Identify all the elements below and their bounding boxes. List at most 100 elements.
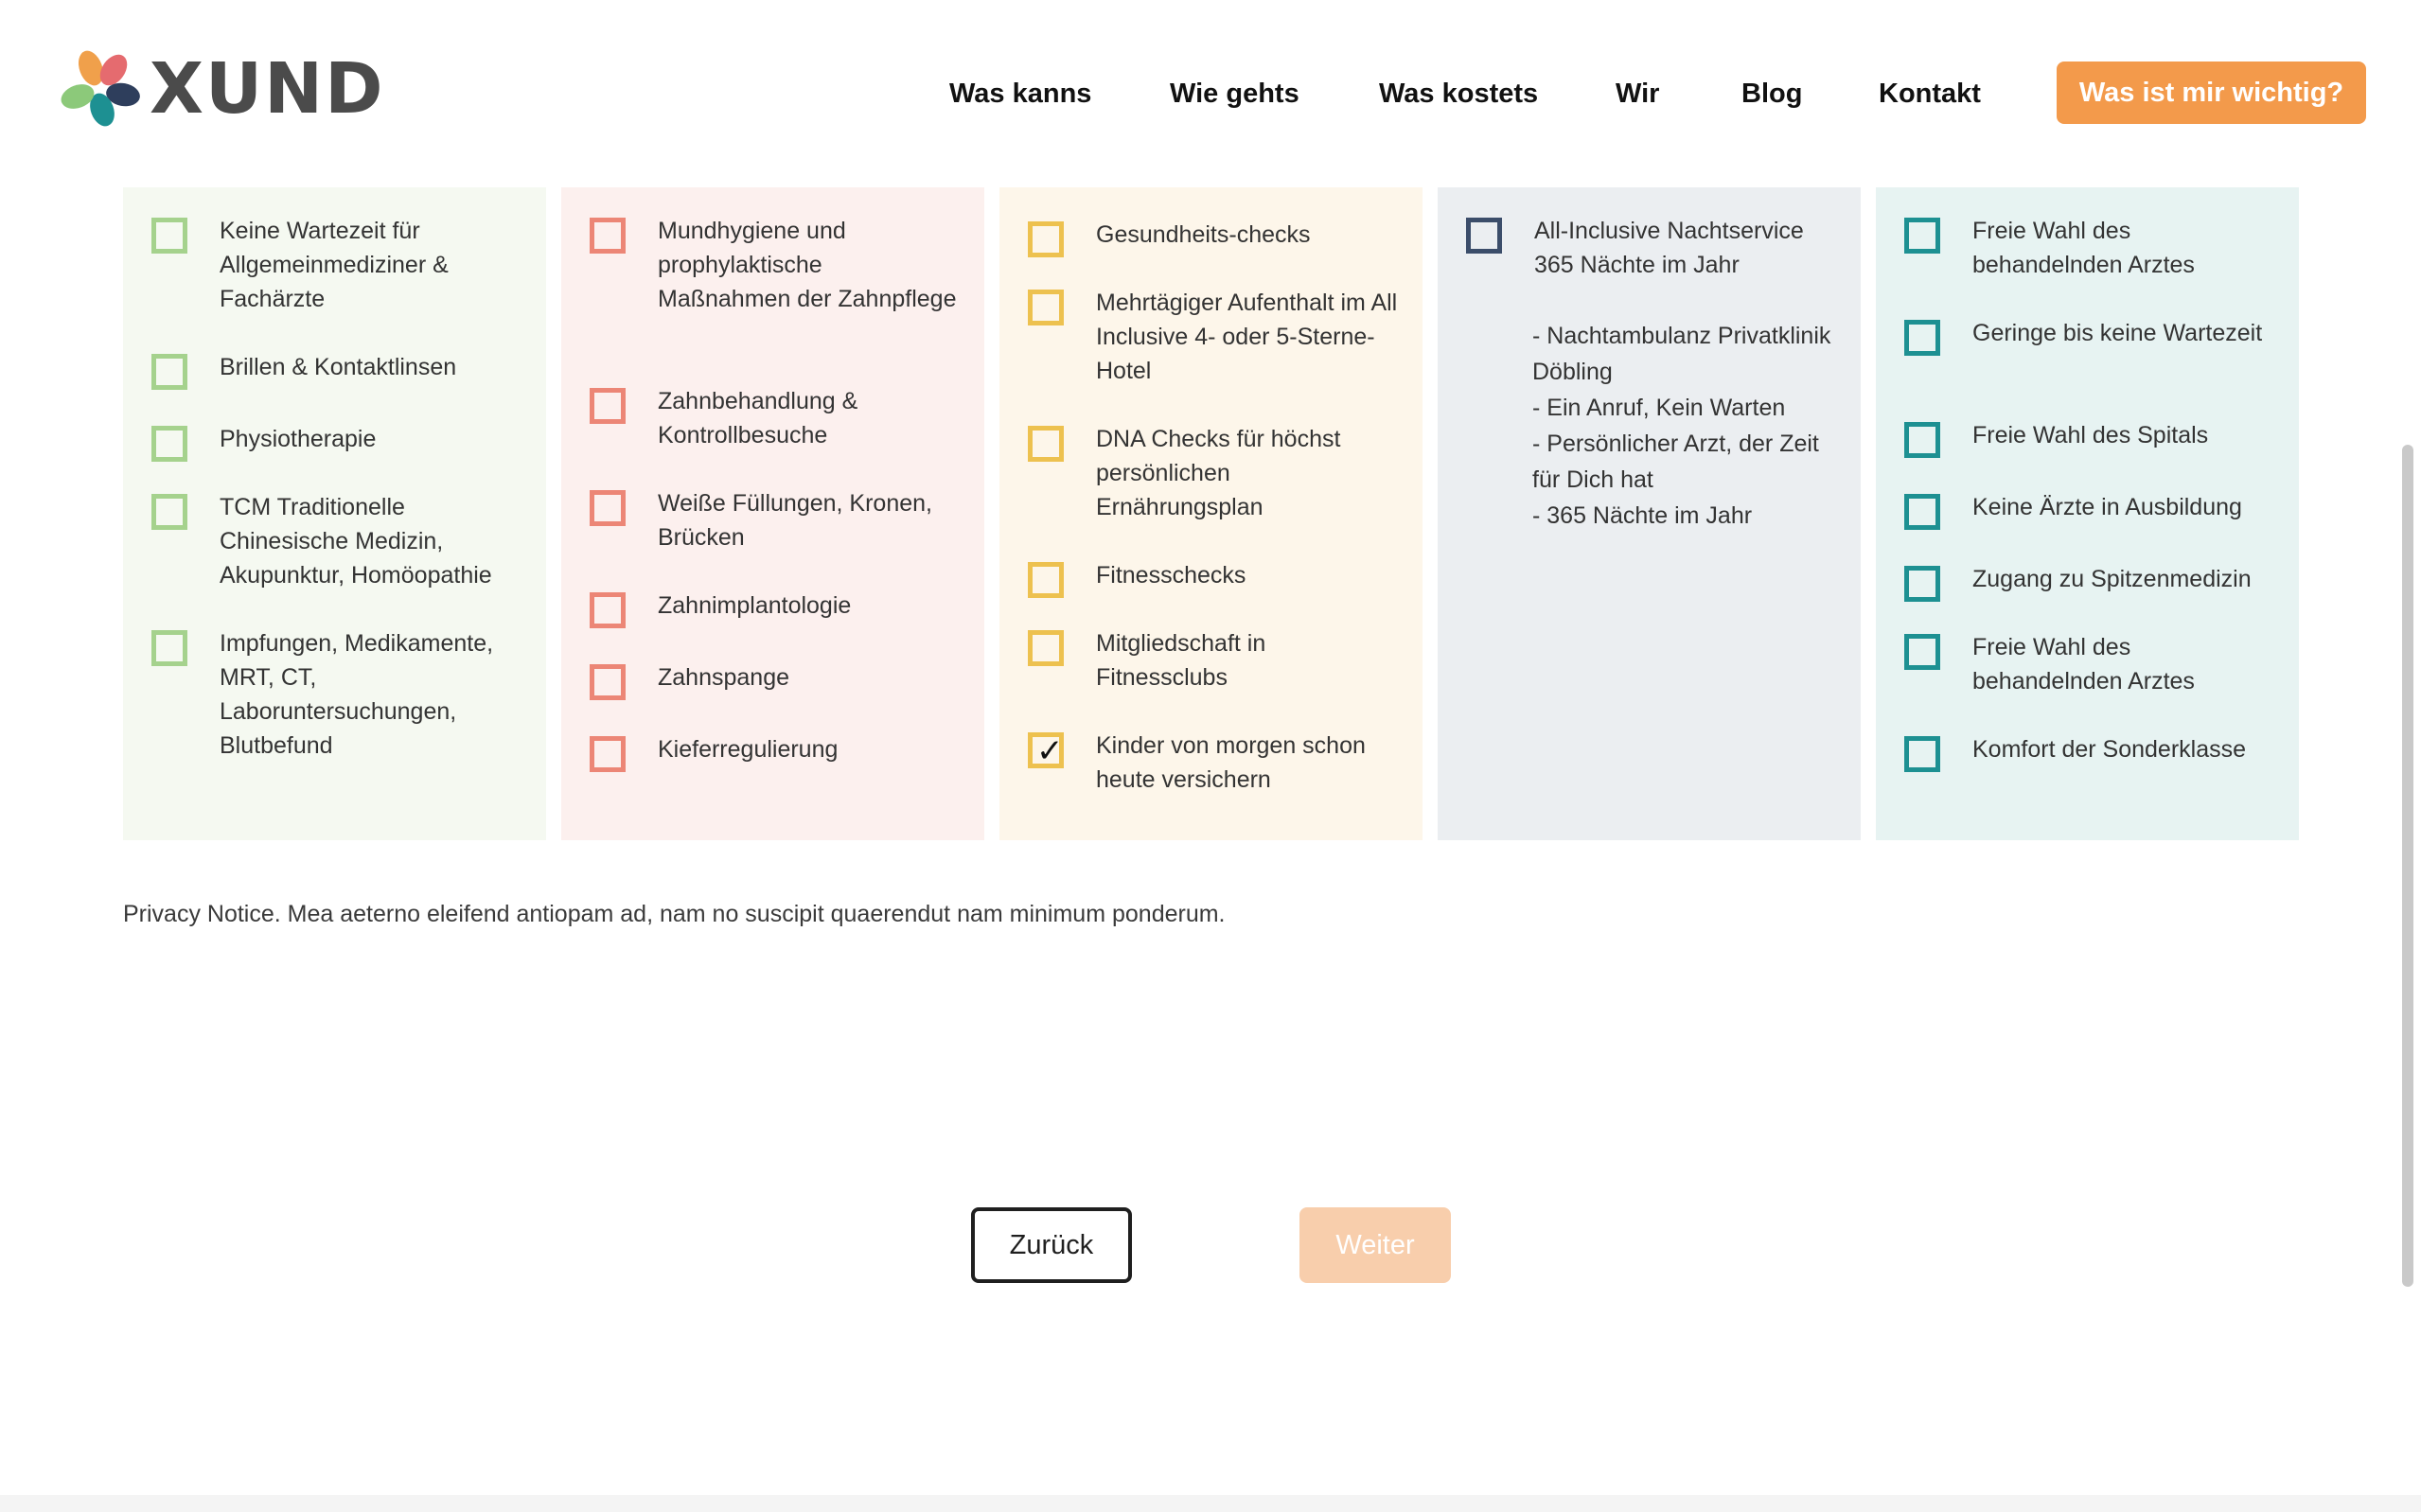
benefit-label: Keine Ärzte in Ausbildung: [1972, 494, 2242, 520]
benefit-item[interactable]: Freie Wahl des behandelnden Arztes: [1904, 630, 2275, 698]
privacy-notice: Privacy Notice. Mea aeterno eleifend ant…: [123, 901, 1226, 927]
checkbox[interactable]: [1904, 634, 1940, 670]
benefit-item[interactable]: Zahnbehandlung & Kontrollbesuche: [590, 384, 961, 452]
checkbox[interactable]: [151, 426, 187, 462]
benefit-item[interactable]: Brillen & Kontaktlinsen: [151, 350, 522, 390]
benefit-label: Freie Wahl des behandelnden Arztes: [1972, 218, 2195, 278]
benefit-label: Mehrtägiger Aufenthalt im All Inclusive …: [1096, 290, 1398, 384]
benefit-label: All-Inclusive Nachtservice 365 Nächte im…: [1534, 218, 1804, 278]
benefit-column-hospital: Freie Wahl des behandelnden Arztes Gerin…: [1876, 187, 2299, 840]
benefit-column-night-service: All-Inclusive Nachtservice 365 Nächte im…: [1438, 187, 1861, 840]
benefit-item[interactable]: Geringe bis keine Wartezeit: [1904, 316, 2275, 356]
benefit-label: Physiotherapie: [220, 426, 377, 452]
flower-logo-icon: [61, 50, 140, 127]
checkbox[interactable]: [590, 736, 626, 772]
benefit-label: Keine Wartezeit für Allgemeinmediziner &…: [220, 218, 449, 312]
benefit-label: Komfort der Sonderklasse: [1972, 736, 2247, 763]
benefit-item[interactable]: Kieferregulierung: [590, 732, 961, 772]
checkbox[interactable]: [1028, 426, 1064, 462]
checkbox[interactable]: [1466, 218, 1502, 254]
note-line: - 365 Nächte im Jahr: [1532, 502, 1753, 529]
benefit-label: Zahnspange: [658, 664, 790, 691]
checkbox[interactable]: [1904, 422, 1940, 458]
benefit-item[interactable]: Zugang zu Spitzenmedizin: [1904, 562, 2275, 602]
benefit-label: Zahnimplantologie: [658, 592, 852, 619]
was-ist-mir-wichtig-button[interactable]: Was ist mir wichtig?: [2057, 62, 2366, 124]
back-button[interactable]: Zurück: [971, 1207, 1132, 1283]
xund-logo[interactable]: XUND: [59, 49, 385, 129]
benefit-item[interactable]: Komfort der Sonderklasse: [1904, 732, 2275, 772]
logo-wordmark: XUND: [150, 48, 385, 130]
checkbox[interactable]: [1904, 566, 1940, 602]
nav-item-kontakt[interactable]: Kontakt: [1879, 61, 1981, 127]
night-service-notes: - Nachtambulanz Privatklinik Döbling - E…: [1532, 318, 1835, 534]
note-line: - Nachtambulanz Privatklinik Döbling: [1532, 323, 1838, 385]
checkbox[interactable]: [1028, 221, 1064, 257]
benefit-item[interactable]: Mehrtägiger Aufenthalt im All Inclusive …: [1028, 286, 1399, 388]
benefit-item[interactable]: Mundhygiene und prophylaktische Maßnahme…: [590, 214, 961, 316]
nav-item-wie-gehts[interactable]: Wie gehts: [1170, 61, 1299, 127]
nav-item-blog[interactable]: Blog: [1741, 61, 1802, 127]
benefit-item[interactable]: Fitnesschecks: [1028, 558, 1399, 598]
note-line: - Persönlicher Arzt, der Zeit für Dich h…: [1532, 431, 1826, 493]
checkbox[interactable]: [151, 494, 187, 530]
benefit-label: Kieferregulierung: [658, 736, 839, 763]
benefit-label: Impfungen, Medikamente, MRT, CT, Laborun…: [220, 630, 494, 759]
benefit-item[interactable]: Freie Wahl des behandelnden Arztes: [1904, 214, 2275, 282]
checkbox[interactable]: [151, 218, 187, 254]
checkbox[interactable]: [590, 218, 626, 254]
benefit-label: Fitnesschecks: [1096, 562, 1246, 589]
benefit-column-wellness: Gesundheits-checks Mehrtägiger Aufenthal…: [999, 187, 1423, 840]
benefit-label: DNA Checks für höchst persönlichen Ernäh…: [1096, 426, 1341, 520]
site-header: XUND Was kanns Wie gehts Was kostets Wir…: [0, 0, 2421, 180]
benefit-label: Gesundheits-checks: [1096, 221, 1311, 248]
benefit-item[interactable]: Freie Wahl des Spitals: [1904, 418, 2275, 458]
nav-item-was-kostets[interactable]: Was kostets: [1379, 61, 1538, 127]
checkbox[interactable]: [1904, 218, 1940, 254]
benefit-label: Zahnbehandlung & Kontrollbesuche: [658, 388, 858, 448]
checkbox[interactable]: [590, 664, 626, 700]
checkbox[interactable]: [590, 490, 626, 526]
benefit-item[interactable]: Impfungen, Medikamente, MRT, CT, Laborun…: [151, 626, 522, 763]
benefit-item[interactable]: Weiße Füllungen, Kronen, Brücken: [590, 486, 961, 554]
note-line: - Ein Anruf, Kein Warten: [1532, 395, 1786, 421]
checkbox[interactable]: [590, 592, 626, 628]
checkbox[interactable]: [151, 354, 187, 390]
benefit-label: Freie Wahl des Spitals: [1972, 422, 2209, 448]
next-button[interactable]: Weiter: [1299, 1207, 1451, 1283]
checkbox[interactable]: [1028, 630, 1064, 666]
benefit-item[interactable]: Keine Ärzte in Ausbildung: [1904, 490, 2275, 530]
checkbox[interactable]: [1904, 736, 1940, 772]
benefit-item[interactable]: Gesundheits-checks: [1028, 218, 1399, 257]
checkbox[interactable]: [1028, 290, 1064, 325]
benefit-label: Mundhygiene und prophylaktische Maßnahme…: [658, 218, 957, 312]
benefit-column-general: Keine Wartezeit für Allgemeinmediziner &…: [123, 187, 546, 840]
checkbox[interactable]: [1028, 562, 1064, 598]
footer-edge: [0, 1495, 2421, 1512]
benefit-item[interactable]: Zahnspange: [590, 660, 961, 700]
benefit-label: Mitgliedschaft in Fitnessclubs: [1096, 630, 1266, 691]
nav-item-was-kanns[interactable]: Was kanns: [949, 61, 1091, 127]
benefit-item[interactable]: Keine Wartezeit für Allgemeinmediziner &…: [151, 214, 522, 316]
checkbox-checked[interactable]: ✓: [1028, 732, 1064, 768]
benefit-item[interactable]: Zahnimplantologie: [590, 589, 961, 628]
benefit-label: Kinder von morgen schon heute versichern: [1096, 732, 1366, 793]
checkmark-icon: ✓: [1036, 732, 1064, 770]
benefit-item[interactable]: Mitgliedschaft in Fitnessclubs: [1028, 626, 1399, 694]
benefit-item[interactable]: DNA Checks für höchst persönlichen Ernäh…: [1028, 422, 1399, 524]
benefit-item[interactable]: ✓ Kinder von morgen schon heute versiche…: [1028, 729, 1399, 797]
checkbox[interactable]: [1904, 494, 1940, 530]
benefit-label: Geringe bis keine Wartezeit: [1972, 320, 2263, 346]
benefit-label: Freie Wahl des behandelnden Arztes: [1972, 634, 2195, 694]
checkbox[interactable]: [151, 630, 187, 666]
benefit-column-dental: Mundhygiene und prophylaktische Maßnahme…: [561, 187, 984, 840]
checkbox[interactable]: [590, 388, 626, 424]
benefit-label: TCM Traditionelle Chinesische Medizin, A…: [220, 494, 492, 589]
benefit-item[interactable]: TCM Traditionelle Chinesische Medizin, A…: [151, 490, 522, 592]
benefit-item[interactable]: Physiotherapie: [151, 422, 522, 462]
nav-item-wir[interactable]: Wir: [1616, 61, 1659, 127]
scrollbar[interactable]: [2402, 445, 2413, 1287]
checkbox[interactable]: [1904, 320, 1940, 356]
benefit-label: Weiße Füllungen, Kronen, Brücken: [658, 490, 932, 551]
benefit-item[interactable]: All-Inclusive Nachtservice 365 Nächte im…: [1466, 214, 1837, 282]
